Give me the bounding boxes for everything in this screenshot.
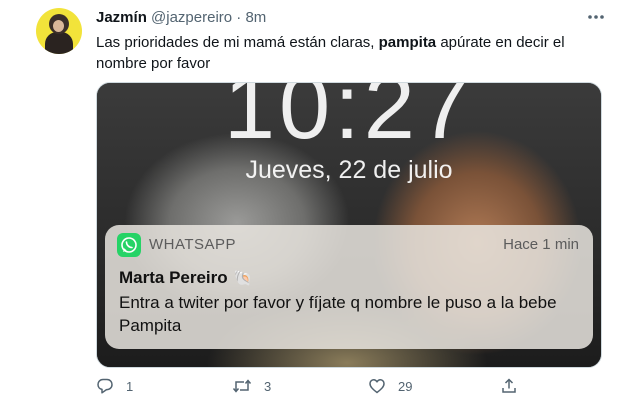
tweet-image[interactable]: 10:27 Jueves, 22 de julio WHATSAPP Hace … [96,82,602,368]
sender-name: Marta Pereiro [119,268,228,287]
heart-icon [369,379,385,394]
tweet-age[interactable]: 8m [245,9,266,26]
reply-count: 1 [126,378,134,394]
whatsapp-icon [117,233,141,257]
notification-app: WHATSAPP [149,236,237,253]
retweet-button[interactable]: 3 [232,376,271,396]
whatsapp-notification: WHATSAPP Hace 1 min Marta Pereiro 🐚 Entra… [105,225,593,349]
lockscreen-clock: 10:27 [223,82,475,158]
share-button[interactable] [500,376,518,396]
lockscreen-date: Jueves, 22 de julio [245,156,453,184]
tweet-text: Las prioridades de mi mamá están claras,… [96,32,596,74]
notification-sender: Marta Pereiro 🐚 [119,267,252,290]
tweet[interactable]: Jazmín @jazpereiro · 8m Las prioridades … [0,0,622,406]
more-icon[interactable] [586,8,606,26]
notification-message: Entra a twiter por favor y fíjate q nomb… [119,293,557,335]
meta-separator: · [232,9,246,26]
reply-button[interactable]: 1 [96,376,133,396]
author-handle[interactable]: @jazpereiro [151,9,232,26]
mention-pampita: pampita [378,34,437,51]
avatar-figure [45,32,73,54]
share-icon [502,378,516,393]
reply-icon [97,378,113,394]
tweet-text-start: Las prioridades de mi mamá están claras, [96,34,379,51]
retweet-count: 3 [264,378,272,394]
author-name[interactable]: Jazmín [96,9,147,26]
tweet-header: Jazmín @jazpereiro · 8m [96,9,266,27]
retweet-icon [232,379,252,393]
avatar-face [53,20,64,32]
tweet-actions: 1 3 29 [96,372,516,400]
like-count: 29 [398,378,413,394]
like-button[interactable]: 29 [368,376,412,396]
shell-emoji: 🐚 [233,270,253,287]
notification-time: Hace 1 min [503,236,579,253]
avatar[interactable] [36,8,82,54]
